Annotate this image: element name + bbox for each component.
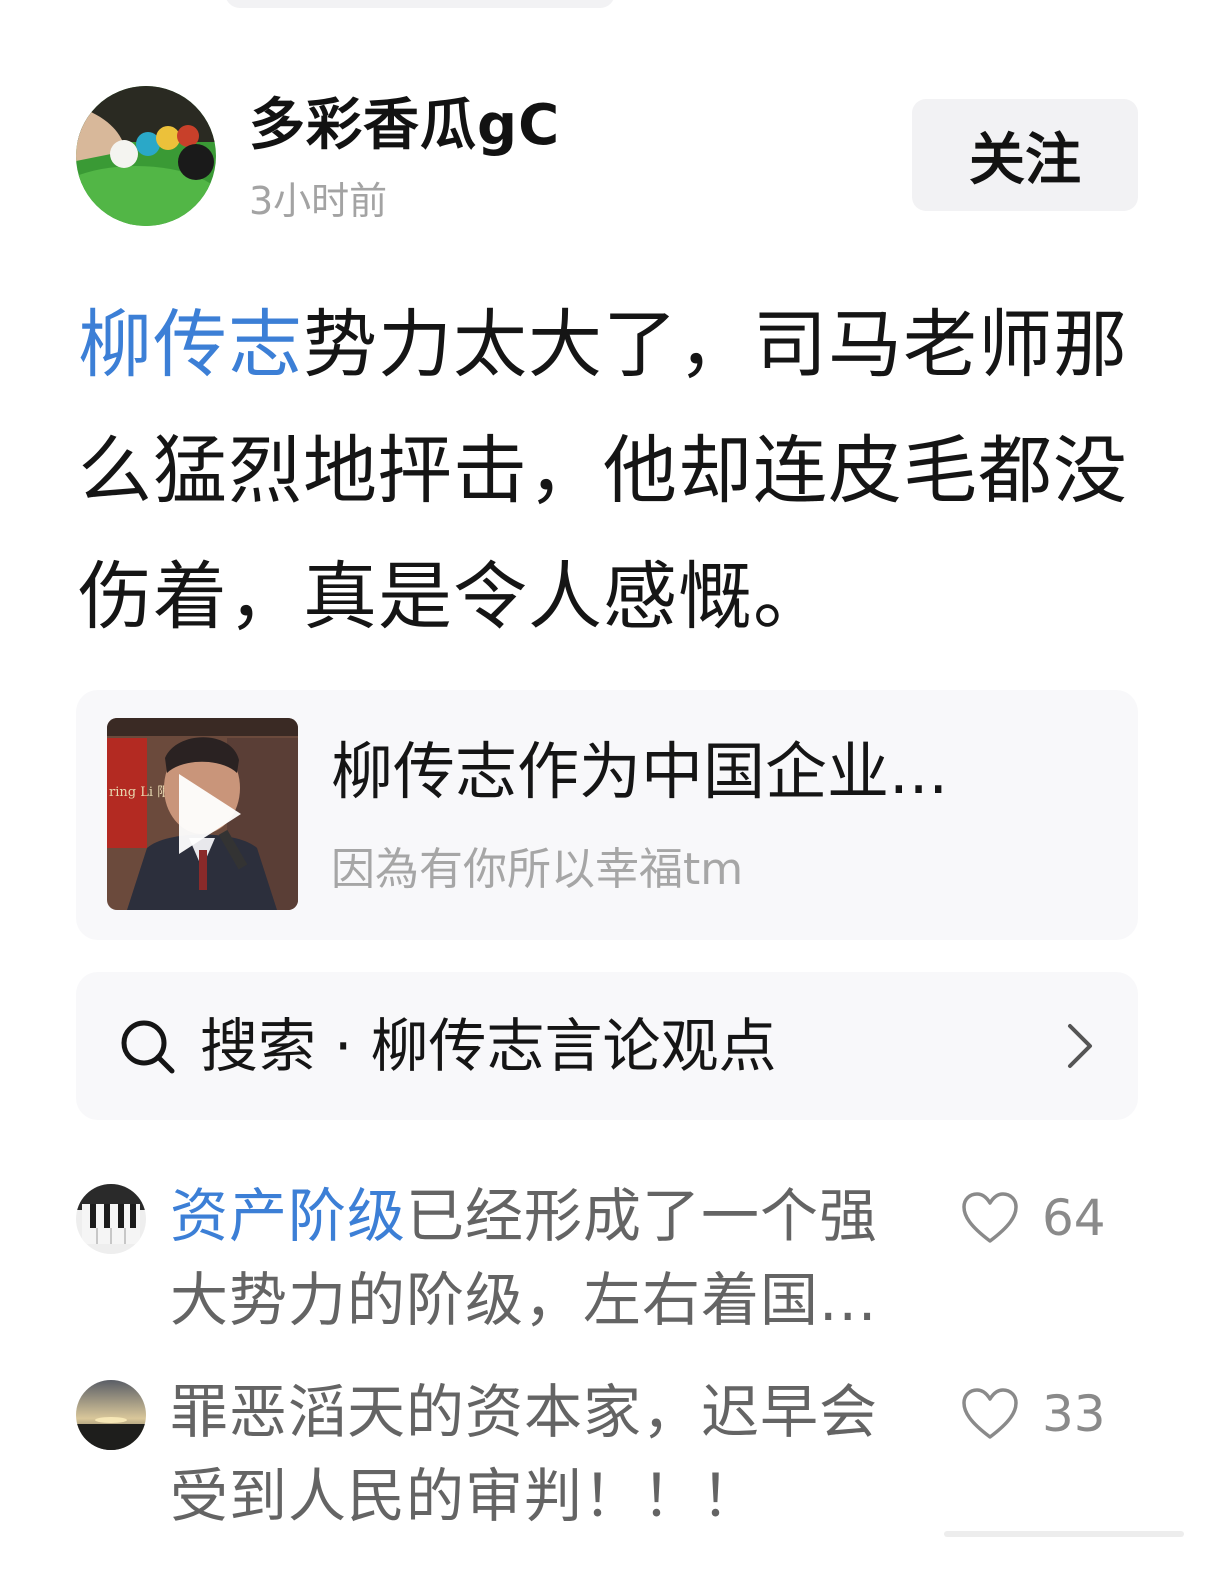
like-count: 33	[1042, 1385, 1106, 1443]
like-button[interactable]: 64	[960, 1188, 1106, 1248]
video-title[interactable]: 柳传志作为中国企业...	[331, 730, 1111, 814]
video-card[interactable]: ring Li 限 柳传志作为中国企业... 因為有你所以幸福tm	[76, 690, 1138, 940]
post-content: 柳传志势力太大了，司马老师那么猛烈地抨击，他却连皮毛都没伤着，真是令人感慨。	[78, 282, 1138, 660]
like-button[interactable]: 33	[960, 1384, 1106, 1444]
author-name[interactable]: 多彩香瓜gC	[249, 88, 560, 164]
commenter-avatar[interactable]	[76, 1184, 146, 1254]
video-thumbnail[interactable]: ring Li 限	[107, 718, 298, 910]
heart-icon	[962, 1388, 1018, 1439]
search-label: 搜索 · 柳传志言论观点	[200, 1004, 776, 1088]
search-prefix: 搜索	[200, 1012, 317, 1080]
heart-icon	[962, 1192, 1018, 1243]
author-avatar[interactable]	[76, 86, 216, 226]
chevron-right-icon	[1068, 1024, 1092, 1068]
commenter-avatar[interactable]	[76, 1380, 146, 1450]
thumb-sign-text: ring Li 限	[109, 785, 170, 800]
comment-mention-link[interactable]: 资产阶级	[170, 1182, 406, 1250]
search-separator: ·	[334, 1012, 353, 1080]
comment-text: 罪恶滔天的资本家，迟早会受到人民的审判！！！	[170, 1370, 900, 1538]
search-query: 柳传志言论观点	[370, 1012, 777, 1080]
follow-button[interactable]: 关注	[912, 99, 1138, 211]
post-mention-link[interactable]: 柳传志	[78, 302, 303, 388]
related-search-bar[interactable]: 搜索 · 柳传志言论观点	[76, 972, 1138, 1120]
comment-text: 资产阶级已经形成了一个强大势力的阶级，左右着国...	[170, 1174, 900, 1342]
comment-body: 罪恶滔天的资本家，迟早会受到人民的审判！！！	[170, 1378, 879, 1530]
search-icon	[121, 1020, 175, 1074]
system-nav-indicator	[944, 1531, 1184, 1537]
post-timestamp: 3小时前	[249, 179, 388, 223]
video-author[interactable]: 因為有你所以幸福tm	[331, 840, 743, 900]
like-count: 64	[1042, 1189, 1106, 1247]
top-bar-remnant	[225, 0, 615, 8]
